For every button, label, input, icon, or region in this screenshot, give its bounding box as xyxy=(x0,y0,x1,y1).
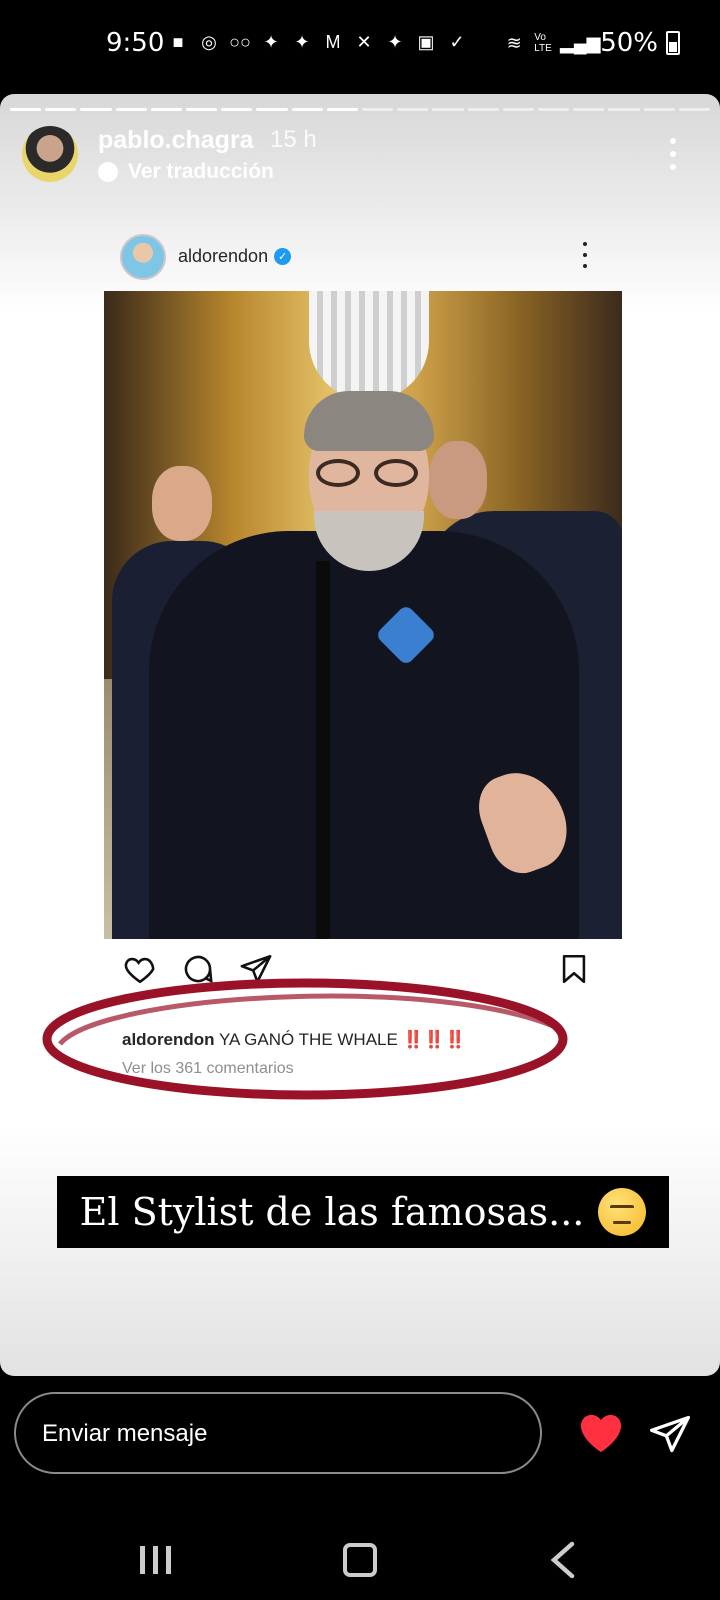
navigation-bar xyxy=(0,1520,720,1600)
microphone xyxy=(316,561,330,939)
verified-badge-icon: ✓ xyxy=(274,248,292,265)
progress-segment xyxy=(10,108,42,111)
progress-segment xyxy=(467,108,499,111)
post-avatar[interactable] xyxy=(120,234,166,280)
battery-icon xyxy=(666,31,680,55)
caption-text: YA GANÓ THE WHALE xyxy=(218,1030,398,1049)
twitter-icon: ✦ xyxy=(263,31,279,52)
more-options-icon[interactable] xyxy=(658,134,688,174)
progress-segment xyxy=(643,108,675,111)
caption-line: aldorendon YA GANÓ THE WHALE ‼️‼️‼️ xyxy=(122,1030,602,1050)
app-icon: ✕ xyxy=(356,31,372,52)
story-card[interactable]: pablo.chagra 15 h Ver traducción aldoren… xyxy=(0,94,720,1376)
twitter-icon: ✦ xyxy=(294,31,310,52)
translate-label: Ver traducción xyxy=(128,160,274,183)
progress-segment xyxy=(326,108,359,111)
system-icons: ≋ Vo LTE ▂▄▆ 50% xyxy=(502,28,680,58)
caption-username[interactable]: aldorendon xyxy=(122,1030,215,1049)
twitter-icon: ✦ xyxy=(387,31,403,52)
progress-segment xyxy=(256,108,288,111)
progress-segment xyxy=(502,108,535,111)
speaker xyxy=(149,531,579,939)
post-more-icon[interactable] xyxy=(580,242,590,268)
post-username[interactable]: aldorendon ✓ xyxy=(178,246,292,267)
wifi-icon: ≋ xyxy=(506,32,522,53)
download-done-icon: ✓ xyxy=(449,31,465,52)
whatsapp-icon: ◎ xyxy=(201,31,217,52)
caption-emphasis: ‼️‼️‼️ xyxy=(402,1030,467,1049)
signal-icon: ▂▄▆ xyxy=(559,32,601,53)
unamused-face-icon xyxy=(598,1188,647,1236)
message-icon: ■ xyxy=(172,31,184,52)
recent-apps-icon[interactable] xyxy=(132,1536,180,1584)
message-input[interactable]: Enviar mensaje xyxy=(14,1392,542,1474)
progress-segment xyxy=(538,108,570,111)
story-username[interactable]: pablo.chagra xyxy=(98,126,254,155)
notification-icons: ■ ◎ ○○ ✦ ✦ M ✕ ✦ ▣ ✓ xyxy=(166,30,469,54)
status-bar: 9:50 ■ ◎ ○○ ✦ ✦ M ✕ ✦ ▣ ✓ ≋ Vo LTE ▂▄▆ 5… xyxy=(0,0,720,90)
post-photo xyxy=(104,291,622,939)
progress-segment xyxy=(45,108,77,111)
progress-segment xyxy=(362,108,394,111)
home-icon[interactable] xyxy=(336,1536,384,1584)
stage-decoration xyxy=(309,291,429,401)
overlay-text: El Stylist de las famosas... xyxy=(79,1190,585,1234)
lte-icon: Vo LTE xyxy=(534,32,552,54)
story-header: pablo.chagra 15 h Ver traducción xyxy=(22,126,698,186)
gmail-icon: M xyxy=(325,31,341,52)
progress-segment xyxy=(608,108,640,111)
story-timestamp: 15 h xyxy=(270,126,317,153)
progress-segment xyxy=(678,108,711,111)
heart-icon[interactable] xyxy=(578,1412,624,1454)
progress-segment xyxy=(115,108,147,111)
post-caption: aldorendon YA GANÓ THE WHALE ‼️‼️‼️ Ver … xyxy=(122,1006,602,1078)
post-username-label: aldorendon xyxy=(178,246,269,266)
gallery-icon: ▣ xyxy=(417,31,435,52)
progress-segment xyxy=(80,108,112,111)
translate-button[interactable]: Ver traducción xyxy=(98,160,274,184)
battery-percent: 50% xyxy=(600,28,658,58)
post-header: aldorendon ✓ xyxy=(120,234,610,284)
status-time: 9:50 xyxy=(106,28,165,58)
back-icon[interactable] xyxy=(540,1536,588,1584)
story-progress xyxy=(10,108,711,111)
progress-segment xyxy=(150,108,183,111)
voicemail-icon: ○○ xyxy=(229,31,251,52)
progress-segment xyxy=(186,108,218,111)
progress-segment xyxy=(397,108,429,111)
translate-icon xyxy=(98,162,118,182)
progress-segment xyxy=(573,108,605,111)
progress-segment xyxy=(291,108,323,111)
progress-segment xyxy=(221,108,253,111)
avatar[interactable] xyxy=(22,126,78,182)
overlay-text-banner: El Stylist de las famosas... xyxy=(57,1176,669,1248)
view-comments-link[interactable]: Ver los 361 comentarios xyxy=(122,1060,602,1078)
send-icon[interactable] xyxy=(648,1412,692,1456)
progress-segment xyxy=(432,108,464,111)
message-placeholder: Enviar mensaje xyxy=(42,1420,208,1447)
